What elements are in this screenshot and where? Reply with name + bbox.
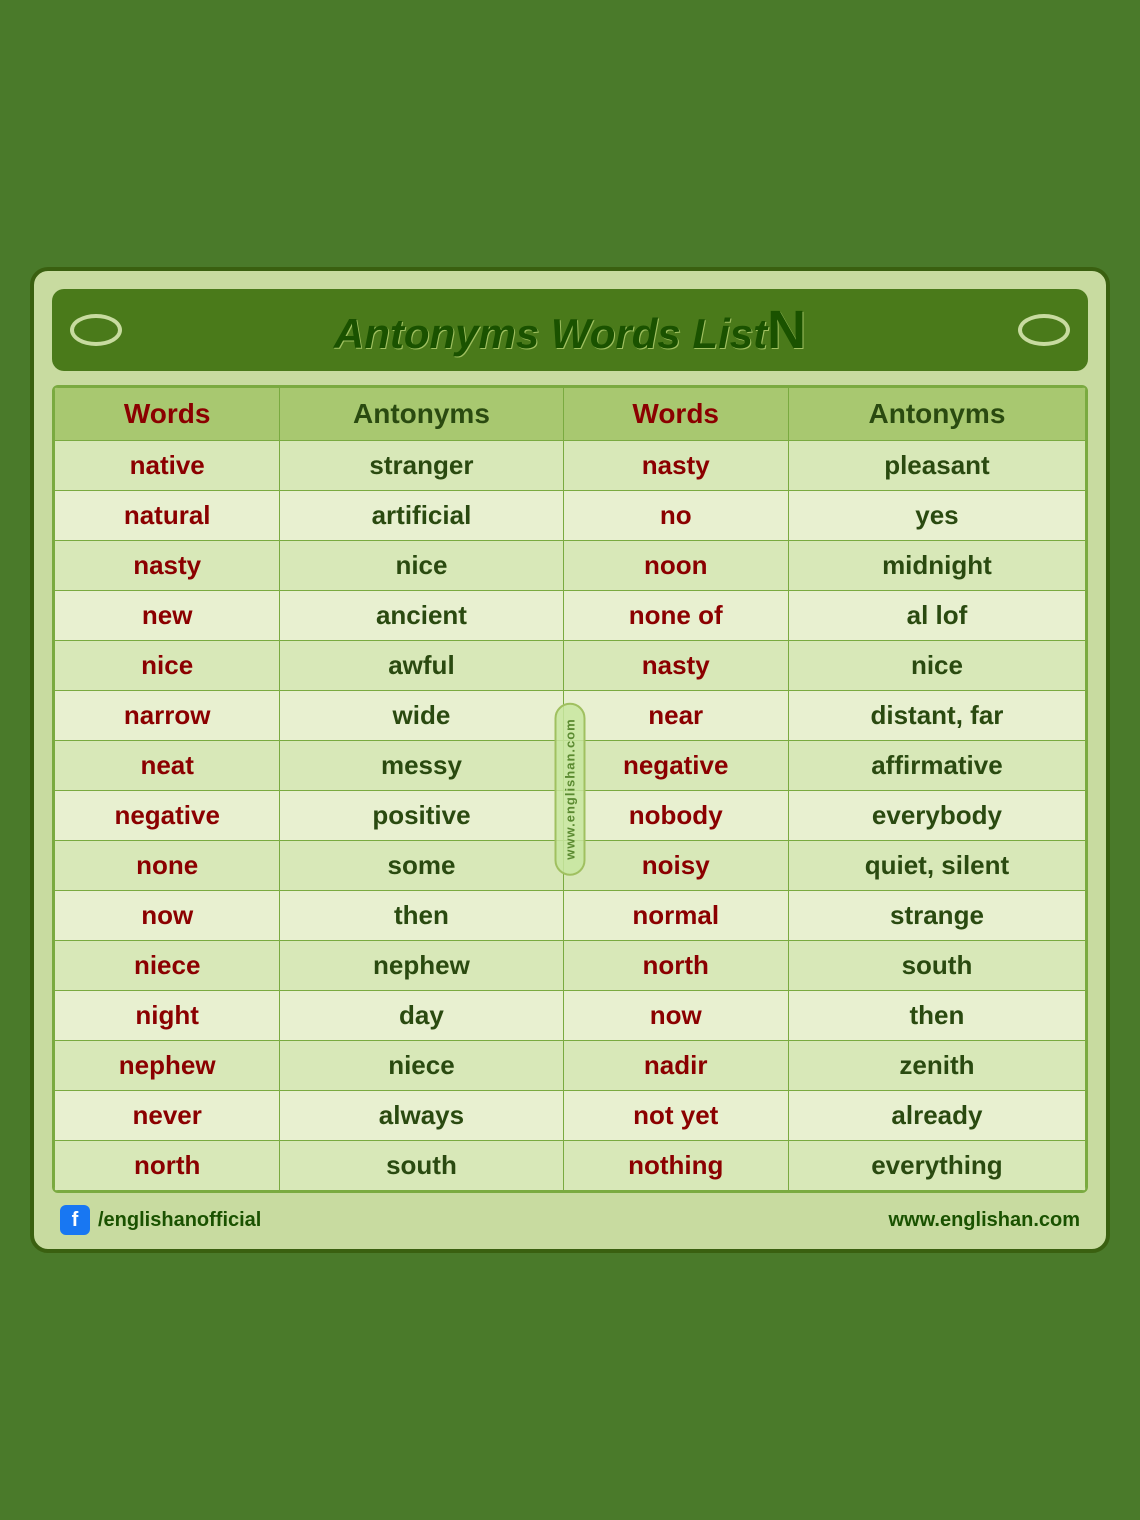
main-card: Antonyms Words ListN www.englishan.com W… [30, 267, 1110, 1253]
right-word: now [563, 991, 788, 1041]
right-antonym: quiet, silent [788, 841, 1085, 891]
table-row: nativestrangernastypleasant [55, 441, 1086, 491]
table-wrapper: www.englishan.com Words Antonyms Words A… [52, 385, 1088, 1193]
left-antonym: south [280, 1141, 563, 1191]
right-antonym: distant, far [788, 691, 1085, 741]
left-antonym: ancient [280, 591, 563, 641]
left-antonym: positive [280, 791, 563, 841]
table-row: niceawfulnastynice [55, 641, 1086, 691]
table-row: nastynicenoonmidnight [55, 541, 1086, 591]
right-antonym: yes [788, 491, 1085, 541]
table-row: northsouthnothingeverything [55, 1141, 1086, 1191]
right-word: nothing [563, 1141, 788, 1191]
left-word: natural [55, 491, 280, 541]
title-bar: Antonyms Words ListN [52, 289, 1088, 371]
left-word: nice [55, 641, 280, 691]
table-row: newancientnone ofal lof [55, 591, 1086, 641]
title-main: Antonyms Words List [334, 310, 767, 357]
header-col2: Antonyms [280, 388, 563, 441]
header-col4: Antonyms [788, 388, 1085, 441]
left-antonym: stranger [280, 441, 563, 491]
right-antonym: affirmative [788, 741, 1085, 791]
footer-website: www.englishan.com [888, 1209, 1080, 1232]
table-row: nightdaynowthen [55, 991, 1086, 1041]
facebook-icon: f [60, 1205, 90, 1235]
table-row: neatmessynegativeaffirmative [55, 741, 1086, 791]
table-row: naturalartificialnoyes [55, 491, 1086, 541]
table-row: neveralwaysnot yetalready [55, 1091, 1086, 1141]
footer: f /englishanofficial www.englishan.com [52, 1203, 1088, 1237]
left-word: none [55, 841, 280, 891]
left-antonym: always [280, 1091, 563, 1141]
table-row: narrowwideneardistant, far [55, 691, 1086, 741]
right-antonym: midnight [788, 541, 1085, 591]
left-word: north [55, 1141, 280, 1191]
right-antonym: already [788, 1091, 1085, 1141]
table-row: negativepositivenobodyeverybody [55, 791, 1086, 841]
right-word: noon [563, 541, 788, 591]
left-antonym: messy [280, 741, 563, 791]
right-word: near [563, 691, 788, 741]
right-antonym: nice [788, 641, 1085, 691]
left-antonym: nephew [280, 941, 563, 991]
right-antonym: strange [788, 891, 1085, 941]
left-word: neat [55, 741, 280, 791]
left-word: narrow [55, 691, 280, 741]
left-word: nephew [55, 1041, 280, 1091]
left-antonym: artificial [280, 491, 563, 541]
title-oval-right [1018, 314, 1070, 346]
left-antonym: some [280, 841, 563, 891]
right-word: not yet [563, 1091, 788, 1141]
header-col1: Words [55, 388, 280, 441]
table-row: niecenephewnorthsouth [55, 941, 1086, 991]
fb-handle: /englishanofficial [98, 1209, 261, 1232]
title-letter: N [767, 300, 806, 360]
footer-left: f /englishanofficial [60, 1205, 261, 1235]
right-word: none of [563, 591, 788, 641]
right-antonym: al lof [788, 591, 1085, 641]
left-word: new [55, 591, 280, 641]
left-antonym: then [280, 891, 563, 941]
left-antonym: nice [280, 541, 563, 591]
left-word: nasty [55, 541, 280, 591]
right-word: normal [563, 891, 788, 941]
right-antonym: pleasant [788, 441, 1085, 491]
page-title: Antonyms Words ListN [334, 299, 806, 361]
right-word: negative [563, 741, 788, 791]
right-antonym: south [788, 941, 1085, 991]
left-word: never [55, 1091, 280, 1141]
right-word: nadir [563, 1041, 788, 1091]
right-antonym: everybody [788, 791, 1085, 841]
table-row: nephewniecenadirzenith [55, 1041, 1086, 1091]
left-word: native [55, 441, 280, 491]
left-word: niece [55, 941, 280, 991]
right-word: nobody [563, 791, 788, 841]
right-antonym: then [788, 991, 1085, 1041]
right-word: nasty [563, 441, 788, 491]
left-antonym: day [280, 991, 563, 1041]
left-antonym: niece [280, 1041, 563, 1091]
left-word: night [55, 991, 280, 1041]
left-antonym: wide [280, 691, 563, 741]
left-antonym: awful [280, 641, 563, 691]
title-oval-left [70, 314, 122, 346]
left-word: now [55, 891, 280, 941]
right-word: no [563, 491, 788, 541]
table-row: nowthennormalstrange [55, 891, 1086, 941]
right-word: north [563, 941, 788, 991]
right-word: noisy [563, 841, 788, 891]
right-word: nasty [563, 641, 788, 691]
right-antonym: zenith [788, 1041, 1085, 1091]
table-header-row: Words Antonyms Words Antonyms [55, 388, 1086, 441]
header-col3: Words [563, 388, 788, 441]
antonyms-table: Words Antonyms Words Antonyms nativestra… [54, 387, 1086, 1191]
left-word: negative [55, 791, 280, 841]
table-row: nonesomenoisyquiet, silent [55, 841, 1086, 891]
right-antonym: everything [788, 1141, 1085, 1191]
